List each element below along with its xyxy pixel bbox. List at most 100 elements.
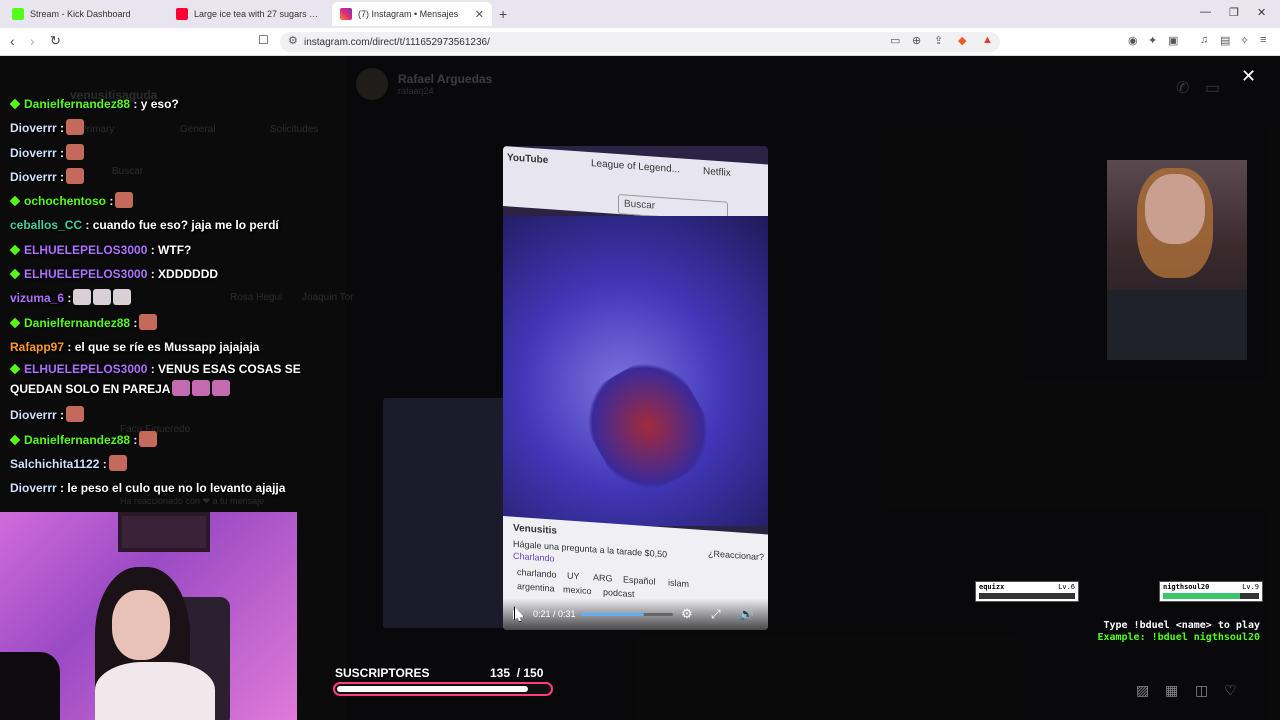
microphone <box>0 652 60 720</box>
streamer-webcam <box>0 512 297 720</box>
extension-icon[interactable]: ◉ <box>1128 34 1138 47</box>
chat-text: : <box>67 291 72 306</box>
subs-label: SUSCRIPTORES <box>335 666 430 680</box>
chat-text: : <box>133 315 138 330</box>
video-seek-fill <box>581 612 644 616</box>
chat-username[interactable]: ELHUELEPELOS3000 <box>24 362 147 376</box>
chat-text: : el que se ríe es Mussapp jajajaja <box>67 339 260 354</box>
tab-youtube[interactable]: Large ice tea with 27 sugars 😋 #sho <box>168 2 328 26</box>
chat-emote-icon <box>108 454 127 471</box>
video-tag: mexico <box>563 584 592 597</box>
chat-username[interactable]: vizuma_6 <box>10 291 64 305</box>
chat-emote-icon <box>66 406 85 423</box>
chat-badge-icon <box>9 195 21 207</box>
chat-emote-icon <box>212 380 231 397</box>
volume-icon[interactable]: 🔊 <box>739 607 754 621</box>
video-tag: ARG <box>593 572 613 584</box>
chat-username[interactable]: Dioverrr <box>10 481 57 495</box>
video-browser-bar: YouTube League of Legend... Netflix Busc… <box>503 146 768 225</box>
chat-message: Dioverrr : <box>10 165 310 189</box>
tab-instagram[interactable]: (7) Instagram • Mensajes ✕ <box>332 2 492 26</box>
video-reaction: ¿Reaccionar? <box>708 548 765 563</box>
video-player[interactable]: YouTube League of Legend... Netflix Busc… <box>503 146 768 630</box>
chat-text: : <box>133 432 138 447</box>
video-seek-bar[interactable] <box>581 612 673 616</box>
media-icon[interactable]: ♫ <box>1200 34 1208 46</box>
video-tag: charlando <box>517 566 557 580</box>
chat-badge-icon <box>9 268 21 280</box>
sticker-icon[interactable]: ◫ <box>1195 682 1208 699</box>
zoom-icon[interactable]: ⊕ <box>912 34 921 47</box>
chat-username[interactable]: Dioverrr <box>10 121 57 135</box>
browser-tab-bar: Stream - Kick Dashboard Large ice tea wi… <box>0 0 1280 28</box>
chat-username[interactable]: Salchichita1122 <box>10 457 99 471</box>
previous-video-thumbnail <box>383 398 508 628</box>
video-chip: League of Legend... <box>591 158 680 176</box>
subscriber-goal: SUSCRIPTORES 135 / 150 <box>333 666 555 698</box>
new-tab-button[interactable]: + <box>499 6 507 22</box>
wallet-icon[interactable]: ▤ <box>1220 34 1230 47</box>
puzzle-icon[interactable]: ✦ <box>1148 34 1157 47</box>
minimize-button[interactable]: — <box>1200 6 1211 18</box>
video-category: Charlando <box>513 550 555 564</box>
chat-message: Danielfernandez88 : <box>9 428 310 452</box>
chat-text: : XDDDDDD <box>150 267 219 282</box>
chat-username[interactable]: ELHUELEPELOS3000 <box>24 267 147 281</box>
streamer-face <box>112 590 170 660</box>
back-icon[interactable]: ‹ <box>10 33 15 49</box>
instagram-favicon-icon <box>340 8 352 20</box>
video-chip: YouTube <box>507 152 549 167</box>
leo-icon[interactable]: ✧ <box>1240 34 1249 47</box>
streamer-body <box>95 662 215 720</box>
duel-player-level: Lv.6 <box>1058 583 1075 591</box>
cast-icon[interactable]: ▭ <box>890 34 900 47</box>
rewards-icon[interactable]: ▲ <box>982 34 993 46</box>
chat-username[interactable]: ELHUELEPELOS3000 <box>24 243 147 257</box>
video-controls: ▶ 0:21 / 0:31 ⚙ ⤢ 🔊 <box>503 598 768 630</box>
heart-icon[interactable]: ♡ <box>1224 682 1237 699</box>
close-tab-icon[interactable]: ✕ <box>475 8 484 21</box>
webcam-face <box>1145 174 1205 244</box>
chat-username[interactable]: Dioverrr <box>10 146 57 160</box>
chat-username[interactable]: Dioverrr <box>10 408 57 422</box>
maximize-button[interactable]: ❐ <box>1229 6 1239 19</box>
close-window-button[interactable]: ✕ <box>1257 6 1266 19</box>
chat-username[interactable]: ceballos_CC <box>10 218 82 232</box>
gif-icon[interactable]: ▦ <box>1165 682 1178 699</box>
chat-message: ELHUELEPELOS3000 : XDDDDDD <box>9 262 310 286</box>
chat-emote-icon <box>172 380 191 397</box>
chat-badge-icon <box>9 244 21 256</box>
share-icon[interactable]: ⇪ <box>934 34 943 47</box>
chat-username[interactable]: Danielfernandez88 <box>24 433 130 447</box>
settings-gear-icon[interactable]: ⚙ <box>681 606 693 622</box>
chat-emote-icon <box>66 167 85 184</box>
chat-badge-icon <box>9 363 21 375</box>
chat-message: ELHUELEPELOS3000 : VENUS ESAS COSAS SE Q… <box>9 359 310 403</box>
chat-emote-icon <box>139 313 158 330</box>
brave-shield-icon[interactable]: ◆ <box>958 34 966 47</box>
chat-text: : <box>60 169 65 184</box>
video-chip: Netflix <box>703 165 731 179</box>
chat-emote-icon <box>66 143 85 160</box>
tab-kick-dashboard[interactable]: Stream - Kick Dashboard <box>4 2 164 26</box>
close-icon[interactable]: ✕ <box>1241 66 1256 87</box>
chat-message: Dioverrr : <box>10 116 310 140</box>
fullscreen-icon[interactable]: ⤢ <box>711 607 721 622</box>
chat-username[interactable]: ochochentoso <box>24 194 106 208</box>
chat-username[interactable]: Rafapp97 <box>10 340 64 354</box>
chat-username[interactable]: Danielfernandez88 <box>24 316 130 330</box>
chat-username[interactable]: Danielfernandez88 <box>24 97 130 111</box>
chat-emote-icon <box>113 289 132 306</box>
bookmark-icon[interactable]: ☐ <box>258 33 269 47</box>
site-info-icon[interactable]: ⚙ <box>288 34 298 47</box>
gallery-icon[interactable]: ▨ <box>1136 682 1149 699</box>
reload-icon[interactable]: ↻ <box>50 33 61 49</box>
menu-icon[interactable]: ≡ <box>1260 34 1266 46</box>
forward-icon[interactable]: › <box>30 33 35 49</box>
video-time: 0:21 / 0:31 <box>533 609 576 619</box>
chat-text: : <box>60 408 65 423</box>
sidebar-icon[interactable]: ▣ <box>1168 34 1178 47</box>
chat-text: : <box>102 456 107 471</box>
chat-username[interactable]: Dioverrr <box>10 170 57 184</box>
video-subject <box>570 346 726 506</box>
